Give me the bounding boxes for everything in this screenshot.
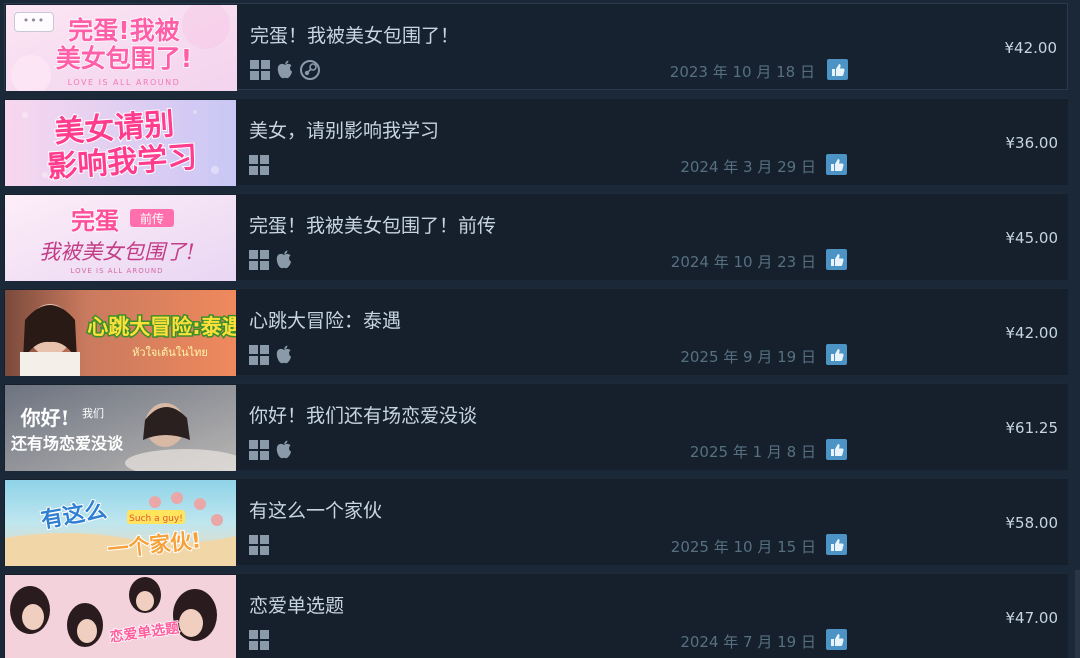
- wishlist: 完蛋!我被 美女包围了! LOVE IS ALL AROUND ••• 完蛋！我…: [0, 0, 1080, 658]
- apple-icon: [276, 60, 294, 80]
- apple-icon: [275, 250, 293, 270]
- price-label: ¥61.25: [1005, 419, 1059, 437]
- platform-icons: [249, 535, 269, 555]
- price-label: ¥36.00: [1005, 134, 1059, 152]
- game-capsule-image[interactable]: 恋爱单选题: [5, 575, 236, 658]
- release-date: 2024 年 10 月 23 日: [670, 253, 816, 271]
- apple-icon: [275, 440, 293, 460]
- thumbs-up-icon[interactable]: [826, 534, 847, 555]
- price-label: ¥58.00: [1005, 514, 1059, 532]
- game-row[interactable]: 心跳大冒险:泰遇 หัวใจเต้นในไทย 心跳大冒险：泰遇 2025 年 …: [4, 288, 1068, 376]
- thumbs-up-icon[interactable]: [826, 249, 847, 270]
- windows-icon: [249, 155, 269, 175]
- capsule-text: 完蛋: [71, 207, 119, 235]
- capsule-text: LOVE IS ALL AROUND: [71, 267, 164, 275]
- capsule-text: Such a guy!: [129, 514, 183, 524]
- game-capsule-image[interactable]: 心跳大冒险:泰遇 หัวใจเต้นในไทย: [5, 290, 236, 376]
- steam-icon: [300, 60, 320, 80]
- game-row[interactable]: 你好! 我们 还有场恋爱没谈 你好！我们还有场恋爱没谈 2025 年 1 月 8…: [4, 383, 1068, 471]
- windows-icon: [250, 60, 270, 80]
- capsule-text: 完蛋!我被: [68, 16, 179, 45]
- capsule-text: LOVE IS ALL AROUND: [68, 78, 181, 87]
- price-label: ¥42.00: [1004, 39, 1058, 57]
- game-row[interactable]: 完蛋 前传 我被美女包围了! LOVE IS ALL AROUND 完蛋！我被美…: [4, 193, 1068, 281]
- thumbs-up-icon[interactable]: [826, 154, 847, 175]
- capsule-text: 美女包围了!: [56, 44, 192, 73]
- release-date: 2025 年 10 月 15 日: [670, 538, 816, 556]
- game-capsule-image[interactable]: 美女请别 影响我学习: [5, 100, 236, 186]
- capsule-text: 我们: [82, 406, 104, 420]
- platform-icons: [249, 440, 293, 460]
- windows-icon: [249, 630, 269, 650]
- game-title[interactable]: 完蛋！我被美女包围了！: [250, 21, 459, 48]
- capsule-text: หัวใจเต้นในไทย: [132, 346, 208, 359]
- game-capsule-image[interactable]: 有这么 一个家伙! Such a guy!: [5, 480, 236, 566]
- game-title[interactable]: 完蛋！我被美女包围了！前传: [249, 211, 496, 238]
- thumbs-up-icon[interactable]: [826, 344, 847, 365]
- game-title[interactable]: 心跳大冒险：泰遇: [249, 306, 401, 333]
- game-row[interactable]: 有这么 一个家伙! Such a guy! 有这么一个家伙 2025 年 10 …: [4, 478, 1068, 566]
- game-row[interactable]: 美女请别 影响我学习 美女，请别影响我学习 2024 年 3 月 29 日 ¥3…: [4, 98, 1068, 186]
- platform-icons: [249, 630, 269, 650]
- price-label: ¥47.00: [1005, 609, 1059, 627]
- apple-icon: [275, 345, 293, 365]
- capsule-text: 前传: [140, 211, 164, 226]
- game-title[interactable]: 有这么一个家伙: [249, 496, 382, 523]
- game-title[interactable]: 你好！我们还有场恋爱没谈: [249, 401, 477, 428]
- windows-icon: [249, 345, 269, 365]
- release-date: 2025 年 1 月 8 日: [689, 443, 816, 461]
- platform-icons: [250, 60, 320, 80]
- platform-icons: [249, 155, 269, 175]
- game-title[interactable]: 恋爱单选题: [249, 591, 344, 618]
- platform-icons: [249, 250, 293, 270]
- thumbs-up-icon[interactable]: [826, 439, 847, 460]
- game-capsule-image[interactable]: 完蛋!我被 美女包围了! LOVE IS ALL AROUND •••: [6, 5, 237, 91]
- release-date: 2023 年 10 月 18 日: [669, 63, 815, 81]
- game-capsule-image[interactable]: 完蛋 前传 我被美女包围了! LOVE IS ALL AROUND: [5, 195, 236, 281]
- release-date: 2024 年 7 月 19 日: [680, 633, 816, 651]
- release-date: 2025 年 9 月 19 日: [680, 348, 816, 366]
- capsule-menu-button[interactable]: •••: [14, 12, 54, 32]
- windows-icon: [249, 440, 269, 460]
- game-capsule-image[interactable]: 你好! 我们 还有场恋爱没谈: [5, 385, 236, 471]
- capsule-text: 心跳大冒险:泰遇: [87, 315, 236, 339]
- release-date: 2024 年 3 月 29 日: [680, 158, 816, 176]
- capsule-text: 我被美女包围了!: [39, 240, 194, 264]
- windows-icon: [249, 250, 269, 270]
- capsule-text: 还有场恋爱没谈: [10, 434, 124, 453]
- capsule-text: 你好!: [20, 406, 70, 430]
- game-row[interactable]: 完蛋!我被 美女包围了! LOVE IS ALL AROUND ••• 完蛋！我…: [4, 3, 1068, 91]
- windows-icon: [249, 535, 269, 555]
- platform-icons: [249, 345, 293, 365]
- game-title[interactable]: 美女，请别影响我学习: [249, 116, 439, 143]
- game-row[interactable]: 恋爱单选题 恋爱单选题 2024 年 7 月 19 日 ¥47.00: [4, 573, 1068, 658]
- thumbs-up-icon[interactable]: [827, 59, 848, 80]
- price-label: ¥42.00: [1005, 324, 1059, 342]
- price-label: ¥45.00: [1005, 229, 1059, 247]
- thumbs-up-icon[interactable]: [826, 629, 847, 650]
- scrollbar[interactable]: [1075, 570, 1080, 658]
